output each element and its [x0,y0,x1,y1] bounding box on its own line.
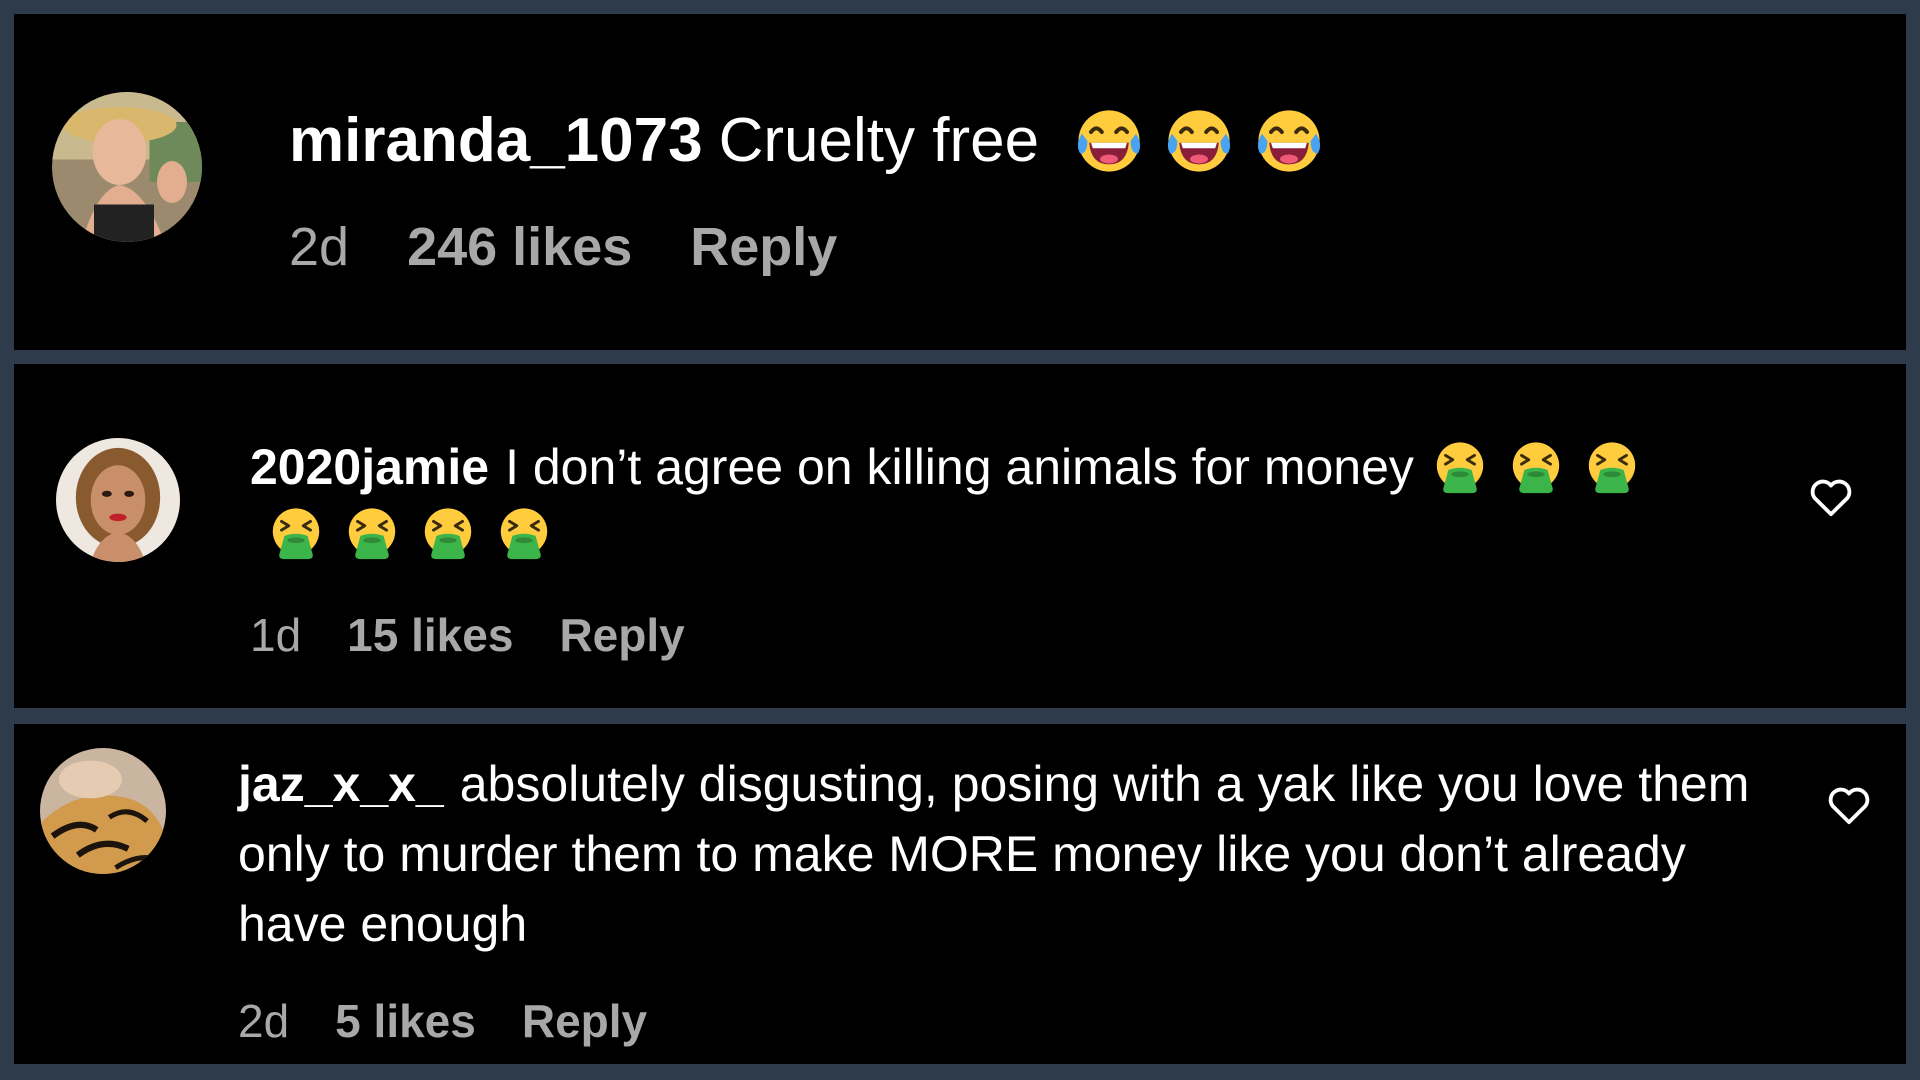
heart-like-icon[interactable] [1826,784,1872,826]
comment-panel: 2020jamie I don’t agree on killing animal… [14,364,1906,708]
comment-likes[interactable]: 246 likes [407,216,632,278]
comment-time: 2d [289,217,350,277]
comment-time: 2d [238,995,290,1047]
avatar[interactable] [40,748,166,874]
comment-body: Cruelty free [718,106,1040,175]
vomiting-face-emoji-icon [418,504,478,562]
comments-screenshot: miranda_1073 Cruelty free 2d 246 likes Re… [0,0,1920,1080]
vomiting-face-emoji-icon [1430,438,1490,496]
comment-text: miranda_1073 Cruelty free [289,100,1326,182]
vomiting-face-emoji-icon [494,504,554,562]
comment-likes[interactable]: 15 likes [347,608,513,662]
tears-of-joy-emoji-icon [1162,105,1236,177]
comment-username[interactable]: jaz_x_x_ [238,756,444,812]
reply-button[interactable]: Reply [690,216,837,278]
avatar-photo-icon [56,438,180,562]
avatar[interactable] [52,92,202,242]
heart-like-icon[interactable] [1808,476,1854,518]
comment-panel: miranda_1073 Cruelty free 2d 246 likes Re… [14,14,1906,350]
vomiting-face-emoji-icon [1582,438,1642,496]
comment-meta: 2d 246 likes Reply [289,216,837,278]
comment-body: absolutely disgusting, posing with a yak… [238,756,1750,952]
comment-likes[interactable]: 5 likes [335,994,476,1048]
reply-button[interactable]: Reply [522,994,647,1048]
vomiting-face-emoji-icon [266,504,326,562]
comment-text: jaz_x_x_ absolutely disgusting, posing wi… [238,749,1758,959]
comment-text: 2020jamie I don’t agree on killing animal… [250,434,1780,566]
avatar-photo-icon [40,748,166,874]
comment-meta: 1d 15 likes Reply [250,608,685,662]
vomiting-face-emoji-icon [342,504,402,562]
comment-username[interactable]: 2020jamie [250,439,489,495]
comment-username[interactable]: miranda_1073 [289,106,703,175]
tears-of-joy-emoji-icon [1072,105,1146,177]
comment-meta: 2d 5 likes Reply [238,994,647,1048]
tears-of-joy-emoji-icon [1252,105,1326,177]
avatar-photo-icon [52,92,202,242]
comment-body: I don’t agree on killing animals for mon… [505,439,1414,495]
reply-button[interactable]: Reply [559,608,684,662]
comment-time: 1d [250,609,302,661]
comment-panel: jaz_x_x_ absolutely disgusting, posing wi… [14,724,1906,1064]
vomiting-face-emoji-icon [1506,438,1566,496]
avatar[interactable] [56,438,180,562]
